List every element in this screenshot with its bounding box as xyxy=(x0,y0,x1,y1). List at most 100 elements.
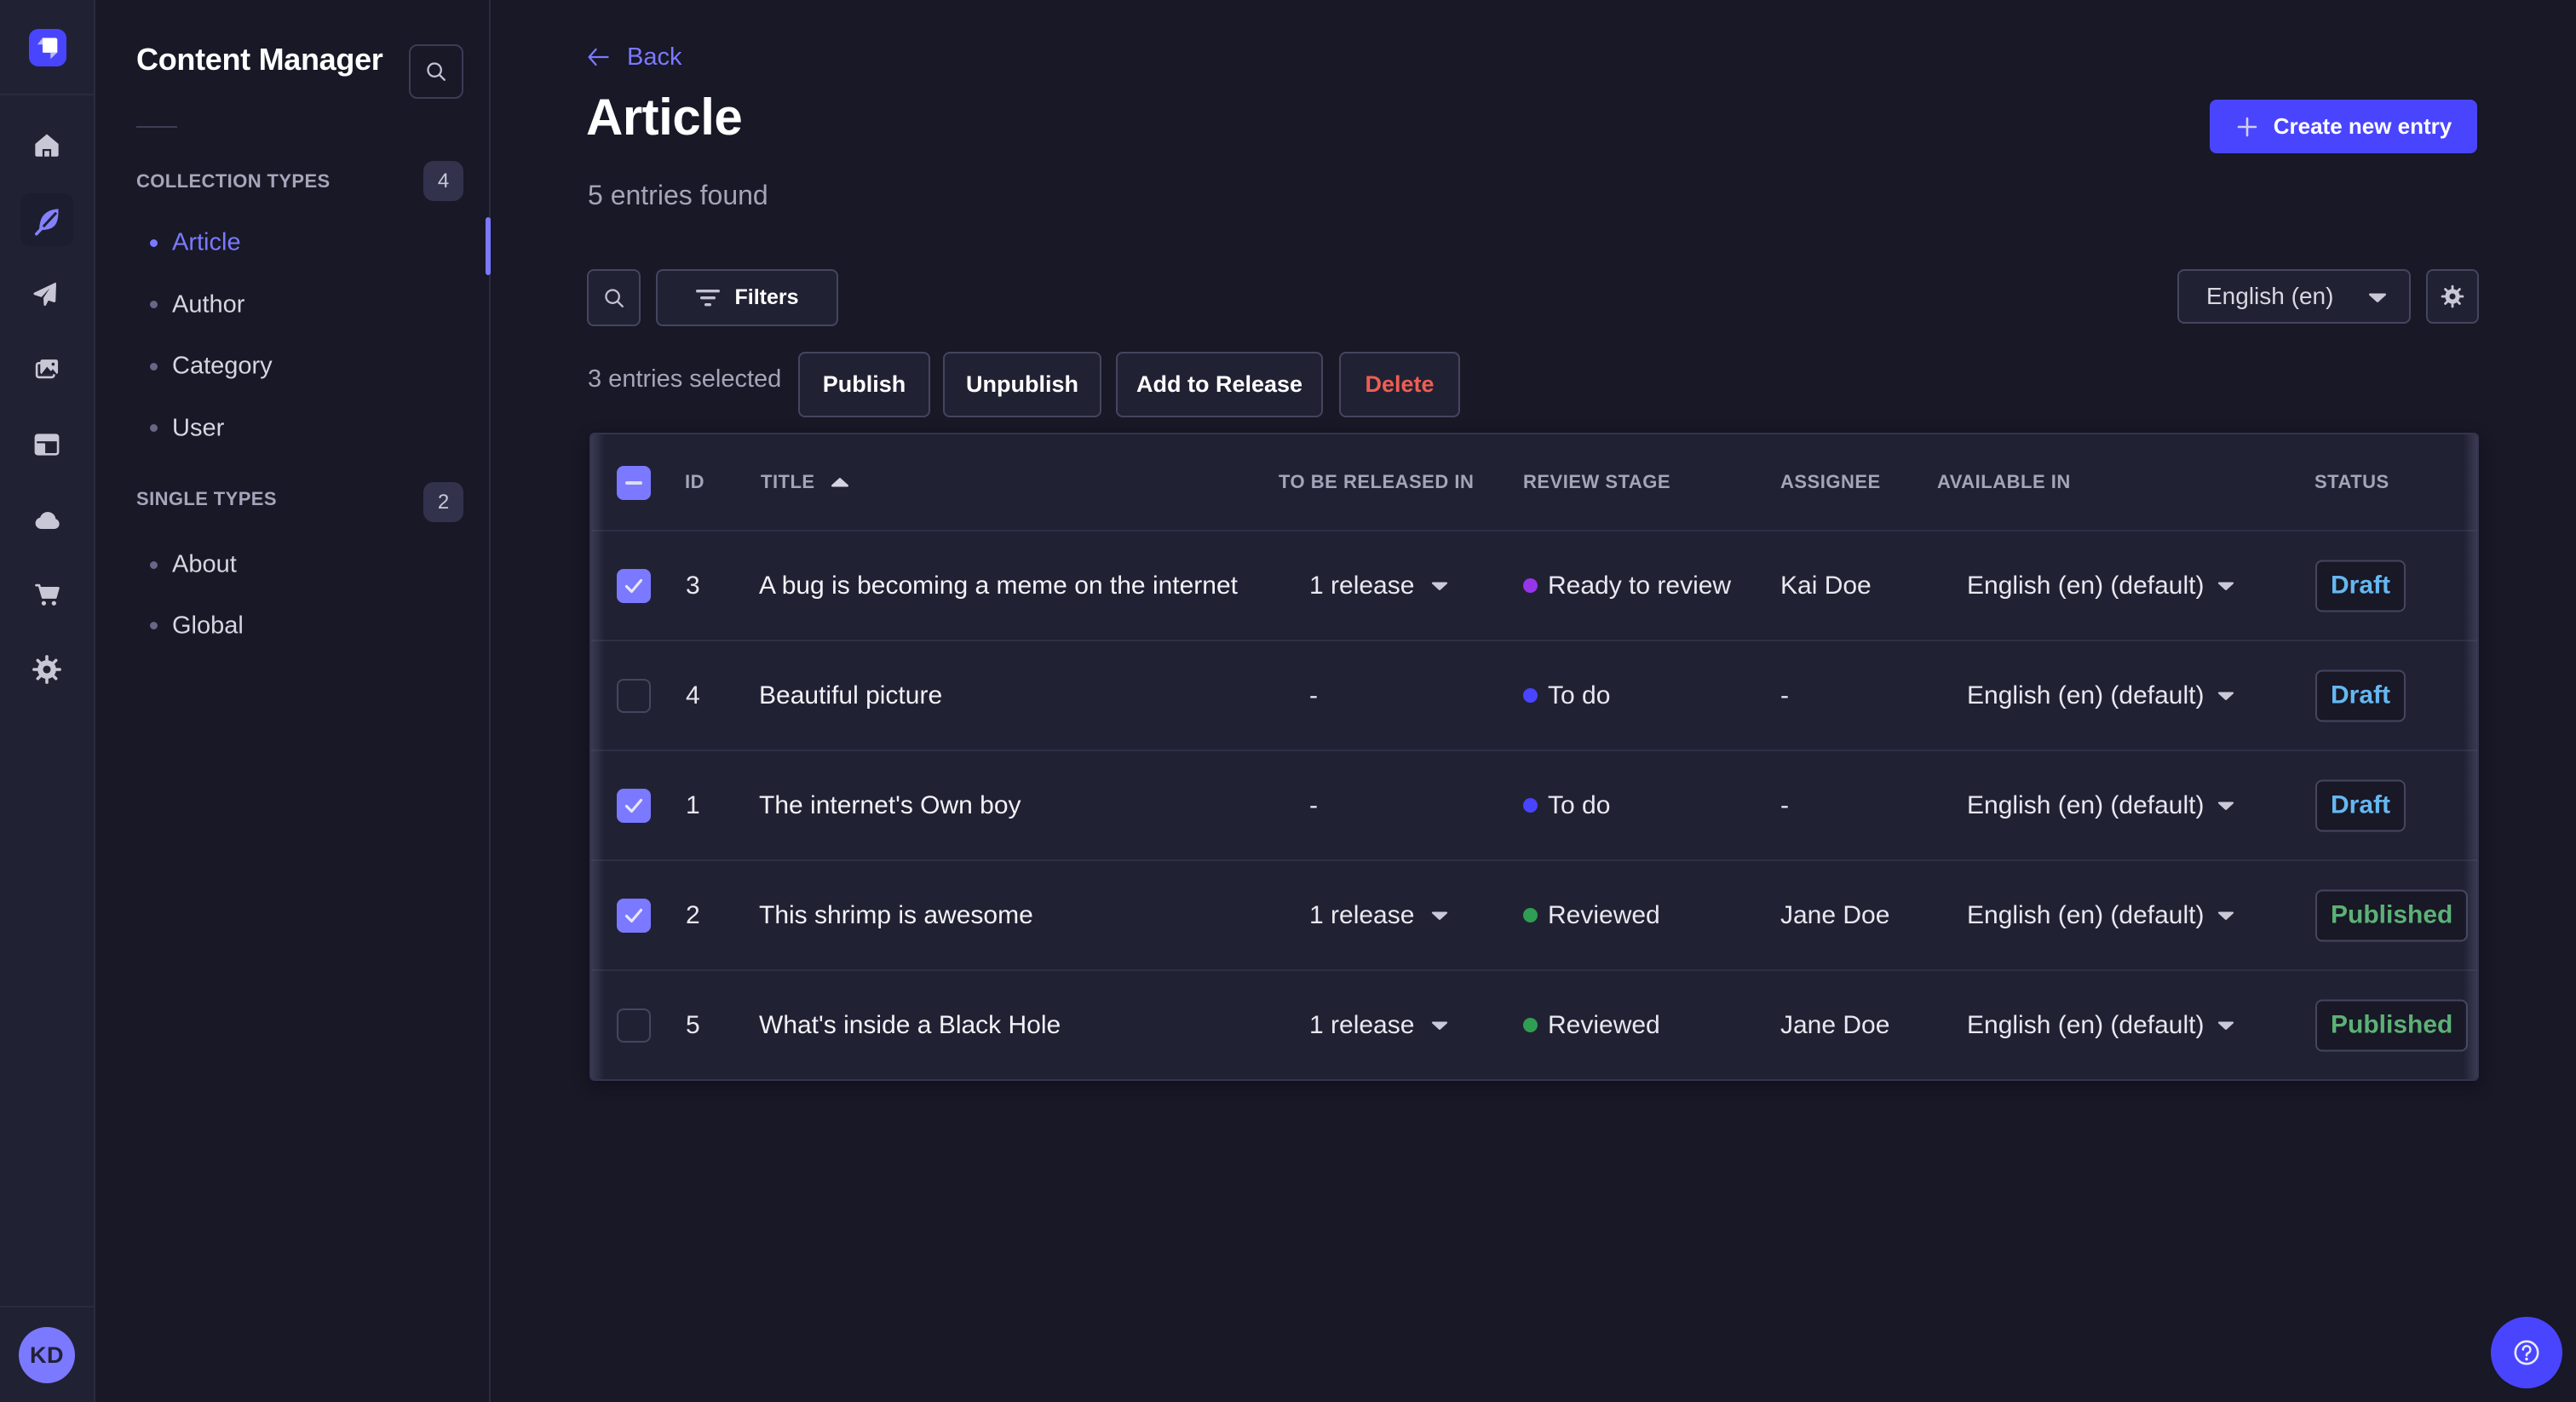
bullet-icon xyxy=(150,238,158,247)
filters-button[interactable]: Filters xyxy=(656,269,838,326)
locale-select[interactable]: English (en) xyxy=(2177,269,2411,324)
cell-release-menu[interactable]: 1 release xyxy=(1309,861,1448,969)
nav-item-shopping-cart[interactable] xyxy=(20,568,73,621)
column-header-assignee[interactable]: ASSIGNEE xyxy=(1780,434,1881,530)
cell-locale-menu[interactable]: English (en) (default) xyxy=(1967,641,2234,750)
home-icon xyxy=(35,134,59,157)
status-badge: Draft xyxy=(2315,560,2406,612)
cell-release-menu[interactable]: 1 release xyxy=(1309,971,1448,1079)
cell-locale-menu[interactable]: English (en) (default) xyxy=(1967,751,2234,859)
cell-review-stage: Reviewed xyxy=(1523,971,1660,1079)
cell-locale-menu[interactable]: English (en) (default) xyxy=(1967,531,2234,640)
sort-ascending-icon xyxy=(831,477,848,487)
table-row[interactable]: 5 What's inside a Black Hole 1 release R… xyxy=(591,969,2477,1079)
sidebar-item-category[interactable]: Category xyxy=(95,336,487,397)
sidebar-item-global[interactable]: Global xyxy=(95,595,487,657)
column-header-status[interactable]: STATUS xyxy=(2314,434,2389,530)
table-row[interactable]: 4 Beautiful picture - To do - English (e… xyxy=(591,640,2477,750)
bullet-icon xyxy=(150,424,158,432)
column-header-id[interactable]: ID xyxy=(685,434,704,530)
cell-review-stage: Ready to review xyxy=(1523,531,1731,640)
cell-id: 5 xyxy=(686,1010,700,1039)
unpublish-button[interactable]: Unpublish xyxy=(943,352,1101,417)
chevron-down-icon xyxy=(1432,911,1448,920)
nav-item-layout-panels[interactable] xyxy=(20,418,73,471)
nav-divider-bottom xyxy=(0,1306,94,1307)
sidebar-section-label: COLLECTION TYPES xyxy=(136,170,331,192)
cell-assignee: Jane Doe xyxy=(1780,900,1890,929)
nav-item-feather-pen[interactable] xyxy=(20,193,73,246)
sidebar-item-article[interactable]: Article xyxy=(95,212,487,273)
delete-button[interactable]: Delete xyxy=(1339,352,1460,417)
sidebar-scrollbar-thumb[interactable] xyxy=(486,217,491,275)
strapi-logo[interactable] xyxy=(29,29,66,66)
column-header-release[interactable]: TO BE RELEASED IN xyxy=(1279,434,1474,530)
cell-release-menu[interactable]: 1 release xyxy=(1309,531,1448,640)
sidebar-item-label: Author xyxy=(172,290,245,318)
stage-label: Reviewed xyxy=(1548,900,1660,929)
strapi-logo-icon xyxy=(37,37,58,59)
create-new-entry-button[interactable]: Create new entry xyxy=(2210,100,2477,153)
paper-plane-icon xyxy=(33,282,56,307)
gear-icon xyxy=(2441,284,2464,308)
sidebar-item-label: Category xyxy=(172,352,273,380)
chevron-down-icon xyxy=(1432,581,1448,590)
status-badge: Published xyxy=(2315,889,2469,941)
checkmark-icon xyxy=(624,798,643,813)
add-to-release-button[interactable]: Add to Release xyxy=(1116,352,1323,417)
row-checkbox[interactable] xyxy=(617,568,651,603)
column-header-review-stage[interactable]: REVIEW STAGE xyxy=(1523,434,1670,530)
cell-locale-menu[interactable]: English (en) (default) xyxy=(1967,861,2234,969)
bullet-icon xyxy=(150,301,158,308)
sidebar-item-author[interactable]: Author xyxy=(95,274,487,336)
release-label: 1 release xyxy=(1309,1010,1415,1039)
stage-dot-icon xyxy=(1523,1018,1538,1032)
status-badge: Published xyxy=(2315,999,2469,1051)
nav-item-cloud[interactable] xyxy=(20,493,73,546)
nav-item-gear[interactable] xyxy=(20,643,73,696)
sidebar-item-about[interactable]: About xyxy=(95,534,487,595)
cell-id: 4 xyxy=(686,681,700,710)
table-row[interactable]: 3 A bug is becoming a meme on the intern… xyxy=(591,531,2477,640)
nav-item-paper-plane[interactable] xyxy=(20,268,73,321)
row-checkbox[interactable] xyxy=(617,788,651,823)
table-row[interactable]: 2 This shrimp is awesome 1 release Revie… xyxy=(591,859,2477,969)
column-header-title-label: TITLE xyxy=(761,471,815,492)
publish-button[interactable]: Publish xyxy=(798,352,930,417)
row-checkbox[interactable] xyxy=(617,898,651,933)
create-new-entry-label: Create new entry xyxy=(2273,113,2452,139)
nav-item-media-pictures[interactable] xyxy=(20,343,73,396)
gear-icon xyxy=(32,655,61,684)
help-button[interactable] xyxy=(2491,1317,2562,1388)
avatar[interactable]: KD xyxy=(19,1327,75,1383)
locale-label: English (en) (default) xyxy=(1967,900,2205,929)
column-header-title[interactable]: TITLE xyxy=(761,434,849,530)
search-button[interactable] xyxy=(587,269,641,326)
table-body: 3 A bug is becoming a meme on the intern… xyxy=(591,531,2477,1079)
column-header-available-in[interactable]: AVAILABLE IN xyxy=(1937,434,2071,530)
sidebar-search-button[interactable] xyxy=(409,44,463,99)
cell-title: The internet's Own boy xyxy=(759,790,1021,819)
cell-locale-menu[interactable]: English (en) (default) xyxy=(1967,971,2234,1079)
row-checkbox[interactable] xyxy=(617,678,651,713)
search-icon xyxy=(427,62,446,81)
row-checkbox[interactable] xyxy=(617,1008,651,1043)
feather-pen-icon xyxy=(35,209,59,236)
locale-label: English (en) (default) xyxy=(1967,790,2205,819)
stage-label: Reviewed xyxy=(1548,1010,1660,1039)
checkmark-icon xyxy=(624,578,643,593)
table-row[interactable]: 1 The internet's Own boy - To do - Engli… xyxy=(591,750,2477,859)
sidebar: Content Manager COLLECTION TYPES 4 Articl… xyxy=(95,0,491,1402)
locale-label: English (en) (default) xyxy=(1967,681,2205,710)
stage-dot-icon xyxy=(1523,798,1538,813)
release-label: - xyxy=(1309,790,1318,819)
cell-review-stage: To do xyxy=(1523,751,1610,859)
nav-item-home[interactable] xyxy=(20,118,73,171)
stage-label: To do xyxy=(1548,790,1611,819)
back-link[interactable]: Back xyxy=(587,42,681,72)
shopping-cart-icon xyxy=(35,583,60,606)
select-all-checkbox[interactable] xyxy=(617,466,651,500)
status-badge: Draft xyxy=(2315,779,2406,831)
sidebar-item-user[interactable]: User xyxy=(95,398,487,459)
view-settings-button[interactable] xyxy=(2426,269,2479,324)
